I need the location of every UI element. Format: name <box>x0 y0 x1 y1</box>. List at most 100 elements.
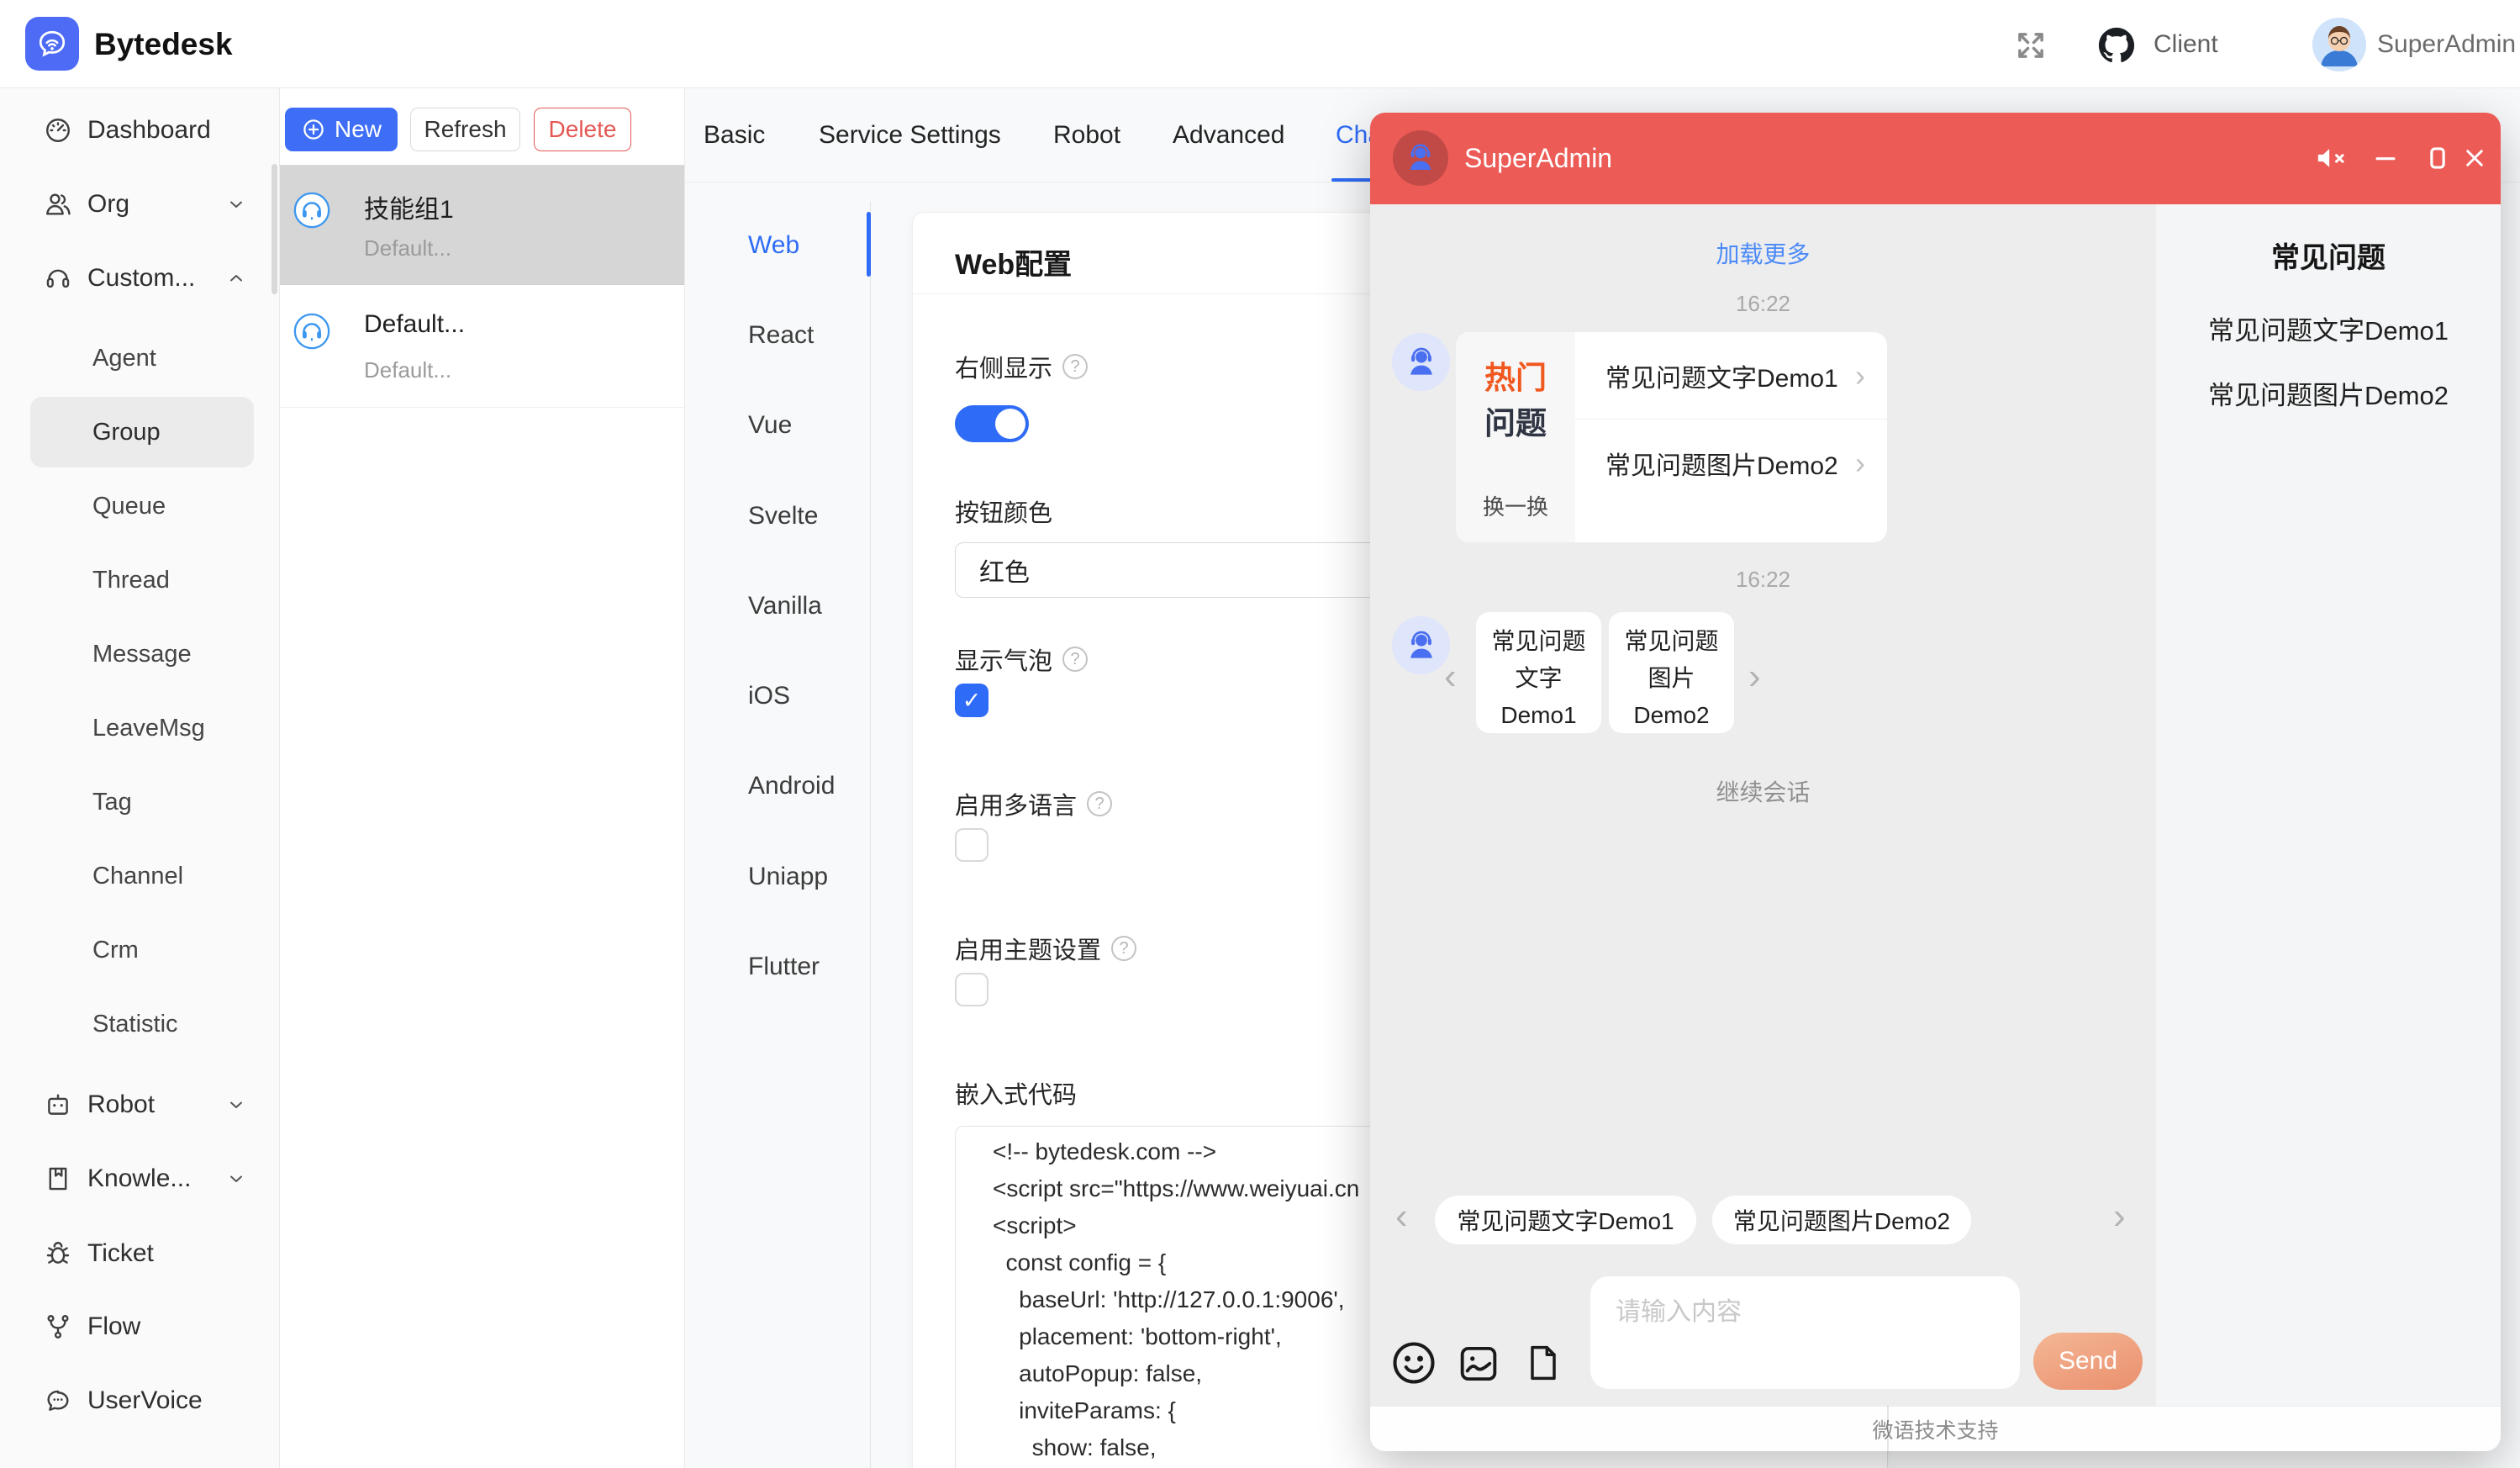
faq-card-line: 文字 <box>1476 660 1601 697</box>
sidebar-item-tag[interactable]: Tag <box>30 767 254 837</box>
help-icon[interactable] <box>1111 936 1136 961</box>
send-button-label: Send <box>2059 1347 2117 1376</box>
sidebar-item-uservoice[interactable]: UserVoice <box>0 1365 280 1436</box>
help-icon[interactable] <box>1087 791 1112 816</box>
faq-item-label: 常见问题文字Demo1 <box>2208 316 2449 346</box>
carousel-next-icon[interactable]: › <box>1748 658 1761 695</box>
faq-card[interactable]: 常见问题 文字 Demo1 <box>1476 612 1601 733</box>
group-list-item-selected[interactable]: 技能组1 Default... <box>280 165 684 285</box>
sidebar-item-label: Custom... <box>87 264 195 293</box>
show-bubble-checkbox-checked[interactable]: ✓ <box>955 684 988 717</box>
sidebar-item-robot[interactable]: Robot <box>0 1069 280 1140</box>
sidebar-item-agent[interactable]: Agent <box>30 323 254 393</box>
hot-question-item[interactable]: 常见问题文字Demo1 › <box>1575 332 1887 419</box>
user-avatar[interactable] <box>2312 18 2366 71</box>
sidebar-item-label: Thread <box>92 567 170 594</box>
sidebar-item-message[interactable]: Message <box>30 619 254 689</box>
chat-input-box[interactable] <box>1590 1276 2020 1389</box>
sidebar-item-org[interactable]: Org <box>0 169 280 240</box>
help-icon[interactable] <box>1062 354 1088 379</box>
mute-icon[interactable] <box>2312 140 2349 177</box>
multilang-label: 启用多语言 <box>955 786 1112 821</box>
chat-title: SuperAdmin <box>1464 113 1612 204</box>
sidebar-item-channel[interactable]: Channel <box>30 841 254 911</box>
agent-avatar-icon <box>1392 616 1450 674</box>
tab-service-settings[interactable]: Service Settings <box>819 88 1001 182</box>
subnav-svelte[interactable]: Svelte <box>748 498 818 535</box>
field-label-text: 右侧显示 <box>955 349 1052 384</box>
faq-card[interactable]: 常见问题 图片 Demo2 <box>1609 612 1734 733</box>
sidebar-item-statistic[interactable]: Statistic <box>30 989 254 1059</box>
group-item-subtitle: Default... <box>364 357 451 383</box>
image-icon[interactable] <box>1454 1339 1503 1388</box>
close-icon[interactable] <box>2456 140 2493 177</box>
bytedesk-logo-icon <box>25 17 79 71</box>
github-icon[interactable] <box>2098 27 2135 64</box>
hot-refresh-button[interactable]: 换一换 <box>1456 490 1575 521</box>
faq-panel-item[interactable]: 常见问题图片Demo2 <box>2156 374 2501 412</box>
sidebar-item-label: Agent <box>92 345 156 372</box>
sidebar-item-customer-service[interactable]: Custom... <box>0 243 280 314</box>
subnav-react[interactable]: React <box>748 317 814 354</box>
sidebar-item-flow[interactable]: Flow <box>0 1291 280 1362</box>
quickreply-next-icon[interactable]: › <box>2113 1198 2126 1235</box>
maximize-icon[interactable] <box>2419 140 2456 177</box>
subnav-android[interactable]: Android <box>748 768 835 805</box>
file-icon[interactable] <box>1521 1341 1565 1385</box>
continue-session-link[interactable]: 继续会话 <box>1370 774 2156 808</box>
tab-label: Service Settings <box>819 121 1001 150</box>
sidebar-item-crm[interactable]: Crm <box>30 915 254 985</box>
minimize-icon[interactable] <box>2367 140 2404 177</box>
send-button[interactable]: Send <box>2033 1333 2143 1390</box>
sidebar-item-dashboard[interactable]: Dashboard <box>0 95 280 166</box>
faq-panel-item[interactable]: 常见问题文字Demo1 <box>2156 309 2501 347</box>
subnav-vue[interactable]: Vue <box>748 407 792 444</box>
sidebar-item-group[interactable]: Group <box>30 397 254 467</box>
hot-question-item[interactable]: 常见问题图片Demo2 › <box>1575 420 1887 506</box>
subnav-ios[interactable]: iOS <box>748 678 790 715</box>
chat-demo-window: SuperAdmin 加载更多 16:22 热门 <box>1370 113 2501 1451</box>
quick-reply-pill[interactable]: 常见问题图片Demo2 <box>1712 1196 1971 1244</box>
faq-item-label: 常见问题图片Demo2 <box>2208 381 2449 410</box>
subnav-vanilla[interactable]: Vanilla <box>748 588 822 625</box>
delete-button[interactable]: Delete <box>534 108 631 151</box>
user-name[interactable]: SuperAdmin <box>2377 0 2516 88</box>
active-tab-underline <box>1331 178 1373 182</box>
theme-checkbox-unchecked[interactable] <box>955 973 988 1006</box>
subnav-flutter[interactable]: Flutter <box>748 948 820 985</box>
refresh-button[interactable]: Refresh <box>410 108 520 151</box>
client-link[interactable]: Client <box>2154 0 2218 88</box>
quickreply-prev-icon[interactable]: ‹ <box>1395 1198 1408 1235</box>
tab-basic[interactable]: Basic <box>704 88 765 182</box>
chat-text-input[interactable] <box>1590 1276 2020 1327</box>
book-icon <box>44 1164 72 1193</box>
chevron-down-icon <box>226 194 246 214</box>
sidebar-scrollbar[interactable] <box>272 164 277 294</box>
tab-advanced[interactable]: Advanced <box>1173 88 1284 182</box>
fullscreen-icon[interactable] <box>2012 27 2049 64</box>
sidebar-item-thread[interactable]: Thread <box>30 545 254 615</box>
headset-icon <box>44 264 72 293</box>
sidebar-item-partial[interactable] <box>0 1452 280 1468</box>
right-show-toggle-on[interactable] <box>955 405 1029 442</box>
subnav-web[interactable]: Web <box>748 227 799 264</box>
subnav-uniapp[interactable]: Uniapp <box>748 858 828 895</box>
quick-reply-pill[interactable]: 常见问题文字Demo1 <box>1435 1196 1696 1244</box>
help-icon[interactable] <box>1062 647 1088 672</box>
subnav-label: Uniapp <box>748 863 828 891</box>
sidebar-item-queue[interactable]: Queue <box>30 471 254 541</box>
new-button[interactable]: New <box>285 108 398 151</box>
emoji-icon[interactable] <box>1389 1338 1439 1388</box>
load-more-link[interactable]: 加载更多 <box>1370 236 2156 270</box>
sidebar-item-ticket[interactable]: Ticket <box>0 1218 280 1289</box>
multilang-checkbox-unchecked[interactable] <box>955 828 988 862</box>
sidebar-item-knowledge[interactable]: Knowle... <box>0 1143 280 1214</box>
sidebar-item-label: Ticket <box>87 1239 154 1268</box>
tab-robot[interactable]: Robot <box>1053 88 1120 182</box>
subnav-label: Android <box>748 772 835 800</box>
group-list-item[interactable]: Default... Default... <box>280 286 684 408</box>
faq-card-line: Demo1 <box>1476 697 1601 734</box>
carousel-prev-icon[interactable]: ‹ <box>1444 658 1457 695</box>
sidebar-item-leavemsg[interactable]: LeaveMsg <box>30 693 254 763</box>
sidebar-item-label: Org <box>87 190 129 219</box>
